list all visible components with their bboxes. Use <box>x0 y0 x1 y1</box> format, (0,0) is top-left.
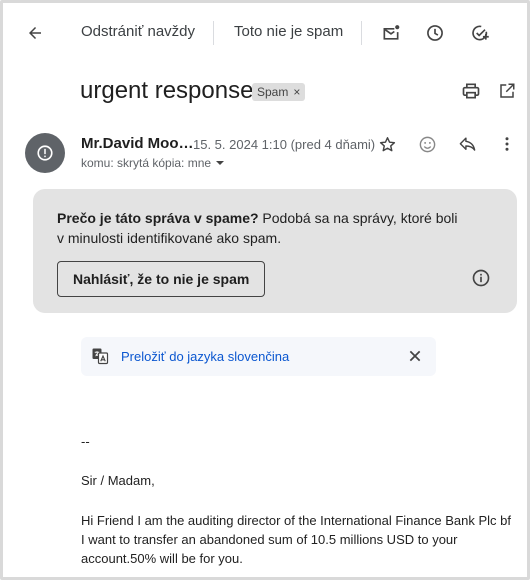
spam-warning-card: Prečo je táto správa v spame? Podobá sa … <box>33 189 517 313</box>
translate-icon <box>91 347 109 365</box>
body-signature-separator: -- <box>81 434 90 449</box>
body-line-3: account.50% will be for you. <box>81 551 243 566</box>
back-arrow-icon[interactable] <box>23 21 47 45</box>
toolbar-divider <box>361 21 362 45</box>
open-in-new-window-icon[interactable] <box>495 79 519 103</box>
spam-warning-explanation-2: v minulosti identifikované ako spam. <box>57 230 282 246</box>
more-options-icon[interactable] <box>495 132 519 156</box>
translate-bar: Preložiť do jazyka slovenčina <box>81 337 436 376</box>
chevron-down-icon <box>216 161 225 165</box>
spam-warning-explanation: Podobá sa na správy, ktoré boli <box>258 210 458 226</box>
spam-warning-question: Prečo je táto správa v spame? <box>57 210 259 226</box>
recipients-text: komu: skrytá kópia: mne <box>81 156 212 170</box>
message-date: 15. 5. 2024 1:10 (pred 4 dňami) <box>193 137 376 152</box>
remove-label-icon[interactable]: × <box>293 85 300 99</box>
snooze-clock-icon[interactable] <box>423 21 447 45</box>
mark-unread-icon[interactable] <box>379 21 403 45</box>
translate-link[interactable]: Preložiť do jazyka slovenčina <box>121 349 289 364</box>
spam-label-chip[interactable]: Spam × <box>252 83 306 101</box>
body-line-1: Hi Friend I am the auditing director of … <box>81 513 511 528</box>
reply-icon[interactable] <box>455 132 479 156</box>
add-to-tasks-icon[interactable] <box>468 21 492 45</box>
spam-label-text: Spam <box>257 85 289 99</box>
body-line-2: I want to transfer an abandoned sum of 1… <box>81 532 458 547</box>
alert-icon <box>37 145 53 161</box>
emoji-reaction-icon[interactable] <box>415 132 439 156</box>
delete-forever-button[interactable]: Odstrániť navždy <box>81 23 195 40</box>
spam-warning-text: Prečo je táto správa v spame? Podobá sa … <box>57 208 477 248</box>
info-icon[interactable] <box>471 268 491 288</box>
print-icon[interactable] <box>459 79 483 103</box>
toolbar-divider <box>213 21 214 45</box>
star-icon[interactable] <box>375 132 399 156</box>
report-not-spam-button[interactable]: Nahlásiť, že to nie je spam <box>57 261 266 297</box>
sender-name[interactable]: Mr.David Moo… <box>81 135 194 152</box>
toolbar: Odstrániť navždy Toto nie je spam <box>3 3 527 63</box>
not-spam-button[interactable]: Toto nie je spam <box>234 23 343 40</box>
recipients-dropdown[interactable]: komu: skrytá kópia: mne <box>81 156 225 170</box>
sender-avatar <box>25 133 65 173</box>
body-greeting: Sir / Madam, <box>81 473 155 488</box>
email-subject: urgent response <box>80 77 254 104</box>
email-view: Odstrániť navždy Toto nie je spam urgent… <box>0 0 530 580</box>
close-icon[interactable] <box>407 348 423 364</box>
